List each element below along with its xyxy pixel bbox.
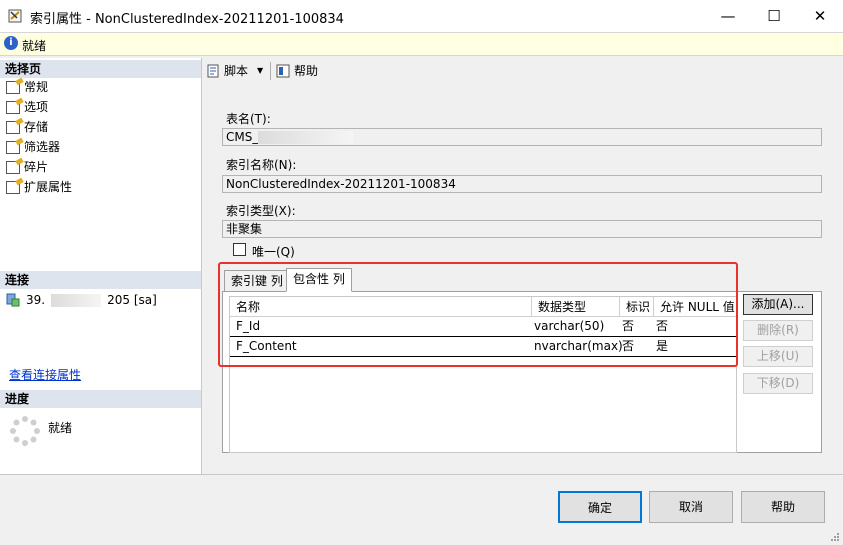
footer-divider [0,474,843,475]
cell-identity: 否 [622,339,635,353]
script-icon [205,63,221,79]
page-item-fragmentation[interactable]: 碎片 [6,157,48,177]
server-icon [6,293,20,307]
cell-data-type: varchar(50) [534,319,605,333]
index-type-label: 索引类型(X): [226,204,296,218]
page-label: 常规 [24,80,49,94]
toolbar-divider [270,62,271,80]
cell-allow-null: 是 [656,339,669,353]
resize-grip-icon[interactable] [830,531,840,541]
ok-button[interactable]: 确定 [558,491,642,523]
page-label: 选项 [24,100,49,114]
select-page-header: 选择页 [0,60,201,78]
script-label: 脚本 [224,64,249,78]
add-column-button[interactable]: 添加(A)... [743,294,813,315]
included-columns-grid[interactable]: 名称 数据类型 标识 允许 NULL 值 F_Id varchar(50) 否 … [229,296,737,453]
tab-included-columns[interactable]: 包含性 列 [286,268,352,292]
page-label: 存储 [24,120,49,134]
index-name-field[interactable]: NonClusteredIndex-20211201-100834 [222,175,822,193]
move-down-button[interactable]: 下移(D) [743,373,813,394]
redacted-server-segment [51,293,102,307]
unique-label: 唯一(Q) [252,245,295,259]
cell-name: F_Content [236,339,297,353]
column-header-name[interactable]: 名称 [230,297,532,317]
page-icon [6,120,20,134]
page-item-storage[interactable]: 存储 [6,117,48,137]
chevron-down-icon: ▼ [257,66,264,75]
progress-header: 进度 [0,390,201,408]
view-connection-properties-link[interactable]: 查看连接属性 [9,366,81,383]
left-pane: 选择页 常规 选项 存储 筛选器 碎片 扩展属性 连接 39. 205 [sa]… [0,58,202,474]
column-header-data-type[interactable]: 数据类型 [532,297,620,317]
page-label: 碎片 [24,160,49,174]
progress-spinner-icon [10,416,40,446]
table-row[interactable]: F_Content nvarchar(max) 否 是 [230,337,736,357]
index-type-field[interactable]: 非聚集 [222,220,822,238]
help-toolbar-button[interactable]: 帮助 [275,62,318,79]
page-icon [6,100,20,114]
table-row[interactable]: F_Id varchar(50) 否 否 [230,317,736,337]
page-item-options[interactable]: 选项 [6,97,48,117]
unique-checkbox[interactable] [233,243,246,256]
page-label: 筛选器 [24,140,61,154]
connection-entry: 39. 205 [sa] [6,293,157,307]
script-button[interactable]: 脚本 ▼ [205,62,263,79]
help-button[interactable]: 帮助 [741,491,825,523]
table-name-value: CMS_ [226,130,259,144]
move-up-button[interactable]: 上移(U) [743,346,813,367]
help-label: 帮助 [294,64,319,78]
cell-identity: 否 [622,319,635,333]
help-icon [275,63,291,79]
page-icon [6,140,20,154]
cancel-button[interactable]: 取消 [649,491,733,523]
status-info-bar: i 就绪 [0,32,843,56]
table-name-field: CMS_ [222,128,822,146]
connection-text-end: 205 [sa] [107,293,157,307]
column-header-allow-null[interactable]: 允许 NULL 值 [654,297,736,317]
page-item-extended-properties[interactable]: 扩展属性 [6,177,72,197]
app-icon [8,8,24,24]
page-item-general[interactable]: 常规 [6,77,48,97]
cell-data-type: nvarchar(max) [534,339,623,353]
page-label: 扩展属性 [24,180,73,194]
page-icon [6,180,20,194]
info-status-text: 就绪 [22,39,47,53]
minimize-button[interactable]: — [705,0,751,32]
table-name-label: 表名(T): [226,112,271,126]
page-icon [6,160,20,174]
page-icon [6,80,20,94]
close-button[interactable]: ✕ [797,0,843,32]
window-title: 索引属性 - NonClusteredIndex-20211201-100834 [30,12,344,27]
info-icon: i [4,36,18,50]
cell-allow-null: 否 [656,319,669,333]
connection-text-start: 39. [26,293,46,307]
page-item-filter[interactable]: 筛选器 [6,137,60,157]
redacted-table-name [258,131,354,144]
connection-header: 连接 [0,271,201,289]
progress-status-text: 就绪 [48,421,73,435]
column-header-identity[interactable]: 标识 [620,297,654,317]
index-name-label: 索引名称(N): [226,158,297,172]
tab-index-key-columns[interactable]: 索引键 列 [224,270,288,292]
cell-name: F_Id [236,319,261,333]
maximize-button[interactable]: ☐ [751,0,797,32]
remove-column-button[interactable]: 删除(R) [743,320,813,341]
title-bar: 索引属性 - NonClusteredIndex-20211201-100834… [0,0,843,32]
toolbar: 脚本 ▼ 帮助 [202,58,843,84]
